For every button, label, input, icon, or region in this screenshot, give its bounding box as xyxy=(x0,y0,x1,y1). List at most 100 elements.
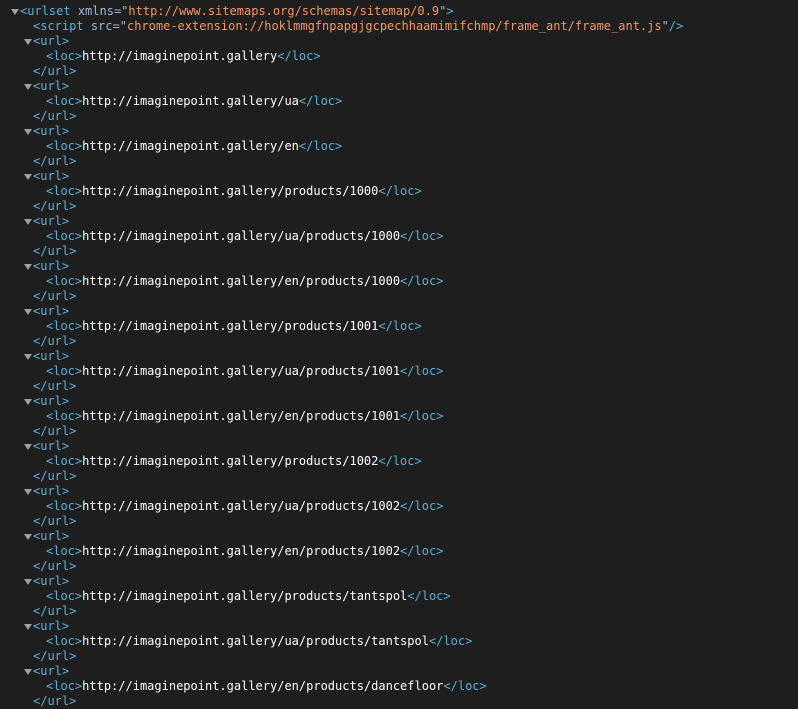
url-close-line: </url> xyxy=(0,604,798,619)
triangle-down-icon[interactable] xyxy=(23,34,33,49)
triangle-down-icon[interactable] xyxy=(23,439,33,454)
triangle-down-icon[interactable] xyxy=(23,619,33,634)
triangle-down-icon[interactable] xyxy=(23,304,33,319)
url-close-tag: </url> xyxy=(33,694,77,708)
url-open-line: <url> xyxy=(0,34,798,49)
url-close-tag: </url> xyxy=(33,514,77,528)
url-open-line: <url> xyxy=(0,259,798,274)
triangle-down-icon[interactable] xyxy=(23,169,33,184)
url-close-tag: </url> xyxy=(33,199,77,213)
loc-element: <loc>http://imaginepoint.gallery/product… xyxy=(46,319,422,333)
url-entry: <url> <loc>http://imaginepoint.gallery/e… xyxy=(0,664,798,709)
url-close-tag: </url> xyxy=(33,469,77,483)
url-close-tag: </url> xyxy=(33,154,77,168)
url-close-tag: </url> xyxy=(33,424,77,438)
loc-value: http://imaginepoint.gallery/ua/products/… xyxy=(82,634,429,648)
loc-element: <loc>http://imaginepoint.gallery/product… xyxy=(46,184,422,198)
url-close-line: </url> xyxy=(0,244,798,259)
triangle-down-icon[interactable] xyxy=(23,574,33,589)
triangle-down-icon[interactable] xyxy=(23,214,33,229)
url-open-tag: <url> xyxy=(33,484,70,498)
triangle-down-icon[interactable] xyxy=(23,664,33,679)
url-open-tag: <url> xyxy=(33,439,70,453)
loc-line: <loc>http://imaginepoint.gallery/en</loc… xyxy=(0,139,798,154)
loc-value: http://imaginepoint.gallery/en/products/… xyxy=(82,274,401,288)
loc-element: <loc>http://imaginepoint.gallery/ua</loc… xyxy=(46,94,343,108)
url-list: <url> <loc>http://imaginepoint.gallery</… xyxy=(0,34,798,709)
triangle-down-icon[interactable] xyxy=(23,349,33,364)
loc-value: http://imaginepoint.gallery/products/100… xyxy=(82,184,379,198)
triangle-down-icon[interactable] xyxy=(23,79,33,94)
url-open-tag: <url> xyxy=(33,169,70,183)
url-close-line: </url> xyxy=(0,379,798,394)
url-entry: <url> <loc>http://imaginepoint.gallery/u… xyxy=(0,214,798,259)
loc-element: <loc>http://imaginepoint.gallery/product… xyxy=(46,589,451,603)
loc-value: http://imaginepoint.gallery xyxy=(82,49,278,63)
loc-value: http://imaginepoint.gallery/products/100… xyxy=(82,454,379,468)
loc-element: <loc>http://imaginepoint.gallery/en/prod… xyxy=(46,544,444,558)
url-open-tag: <url> xyxy=(33,529,70,543)
url-open-line: <url> xyxy=(0,394,798,409)
loc-value: http://imaginepoint.gallery/en/products/… xyxy=(82,679,444,693)
url-close-line: </url> xyxy=(0,109,798,124)
url-open-line: <url> xyxy=(0,664,798,679)
url-open-tag: <url> xyxy=(33,349,70,363)
url-open-line: <url> xyxy=(0,484,798,499)
loc-element: <loc>http://imaginepoint.gallery/ua/prod… xyxy=(46,364,444,378)
url-open-line: <url> xyxy=(0,574,798,589)
url-close-tag: </url> xyxy=(33,604,77,618)
url-entry: <url> <loc>http://imaginepoint.gallery/u… xyxy=(0,484,798,529)
url-close-line: </url> xyxy=(0,694,798,709)
url-open-line: <url> xyxy=(0,214,798,229)
url-open-line: <url> xyxy=(0,79,798,94)
urlset-open-tag: <urlset xmlns="http://www.sitemaps.org/s… xyxy=(20,4,454,18)
url-entry: <url> <loc>http://imaginepoint.gallery/u… xyxy=(0,79,798,124)
url-close-line: </url> xyxy=(0,649,798,664)
loc-line: <loc>http://imaginepoint.gallery/product… xyxy=(0,589,798,604)
url-open-tag: <url> xyxy=(33,34,70,48)
url-close-tag: </url> xyxy=(33,649,77,663)
url-open-tag: <url> xyxy=(33,79,70,93)
url-open-line: <url> xyxy=(0,304,798,319)
loc-line: <loc>http://imaginepoint.gallery/en/prod… xyxy=(0,274,798,289)
triangle-down-icon[interactable] xyxy=(23,259,33,274)
loc-line: <loc>http://imaginepoint.gallery/ua</loc… xyxy=(0,94,798,109)
script-src-link[interactable]: chrome-extension://hoklmmgfnpapgjgcpechh… xyxy=(127,19,662,33)
url-close-tag: </url> xyxy=(33,559,77,573)
xmlns-link[interactable]: http://www.sitemaps.org/schemas/sitemap/… xyxy=(128,4,439,18)
triangle-down-icon[interactable] xyxy=(23,529,33,544)
loc-element: <loc>http://imaginepoint.gallery/ua/prod… xyxy=(46,499,444,513)
url-close-tag: </url> xyxy=(33,64,77,78)
url-open-tag: <url> xyxy=(33,619,70,633)
xml-tree-viewer: <urlset xmlns="http://www.sitemaps.org/s… xyxy=(0,0,798,709)
loc-value: http://imaginepoint.gallery/en/products/… xyxy=(82,544,401,558)
loc-line: <loc>http://imaginepoint.gallery/en/prod… xyxy=(0,679,798,694)
url-close-tag: </url> xyxy=(33,379,77,393)
script-line: <script src="chrome-extension://hoklmmgf… xyxy=(0,19,798,34)
loc-element: <loc>http://imaginepoint.gallery/en/prod… xyxy=(46,274,444,288)
loc-line: <loc>http://imaginepoint.gallery/ua/prod… xyxy=(0,364,798,379)
url-open-tag: <url> xyxy=(33,664,70,678)
loc-line: <loc>http://imaginepoint.gallery</loc> xyxy=(0,49,798,64)
triangle-down-icon[interactable] xyxy=(23,484,33,499)
url-close-line: </url> xyxy=(0,64,798,79)
url-entry: <url> <loc>http://imaginepoint.gallery/p… xyxy=(0,574,798,619)
loc-line: <loc>http://imaginepoint.gallery/en/prod… xyxy=(0,409,798,424)
url-open-tag: <url> xyxy=(33,394,70,408)
loc-element: <loc>http://imaginepoint.gallery/en/prod… xyxy=(46,679,487,693)
triangle-down-icon[interactable] xyxy=(23,394,33,409)
triangle-down-icon[interactable] xyxy=(23,124,33,139)
url-close-line: </url> xyxy=(0,559,798,574)
loc-value: http://imaginepoint.gallery/products/100… xyxy=(82,319,379,333)
url-entry: <url> <loc>http://imaginepoint.gallery/e… xyxy=(0,529,798,574)
loc-value: http://imaginepoint.gallery/en/products/… xyxy=(82,409,401,423)
url-close-tag: </url> xyxy=(33,289,77,303)
url-close-line: </url> xyxy=(0,154,798,169)
url-close-tag: </url> xyxy=(33,109,77,123)
url-open-tag: <url> xyxy=(33,574,70,588)
loc-line: <loc>http://imaginepoint.gallery/product… xyxy=(0,319,798,334)
loc-line: <loc>http://imaginepoint.gallery/en/prod… xyxy=(0,544,798,559)
loc-line: <loc>http://imaginepoint.gallery/ua/prod… xyxy=(0,499,798,514)
triangle-down-icon[interactable] xyxy=(10,4,20,19)
loc-element: <loc>http://imaginepoint.gallery/en/prod… xyxy=(46,409,444,423)
